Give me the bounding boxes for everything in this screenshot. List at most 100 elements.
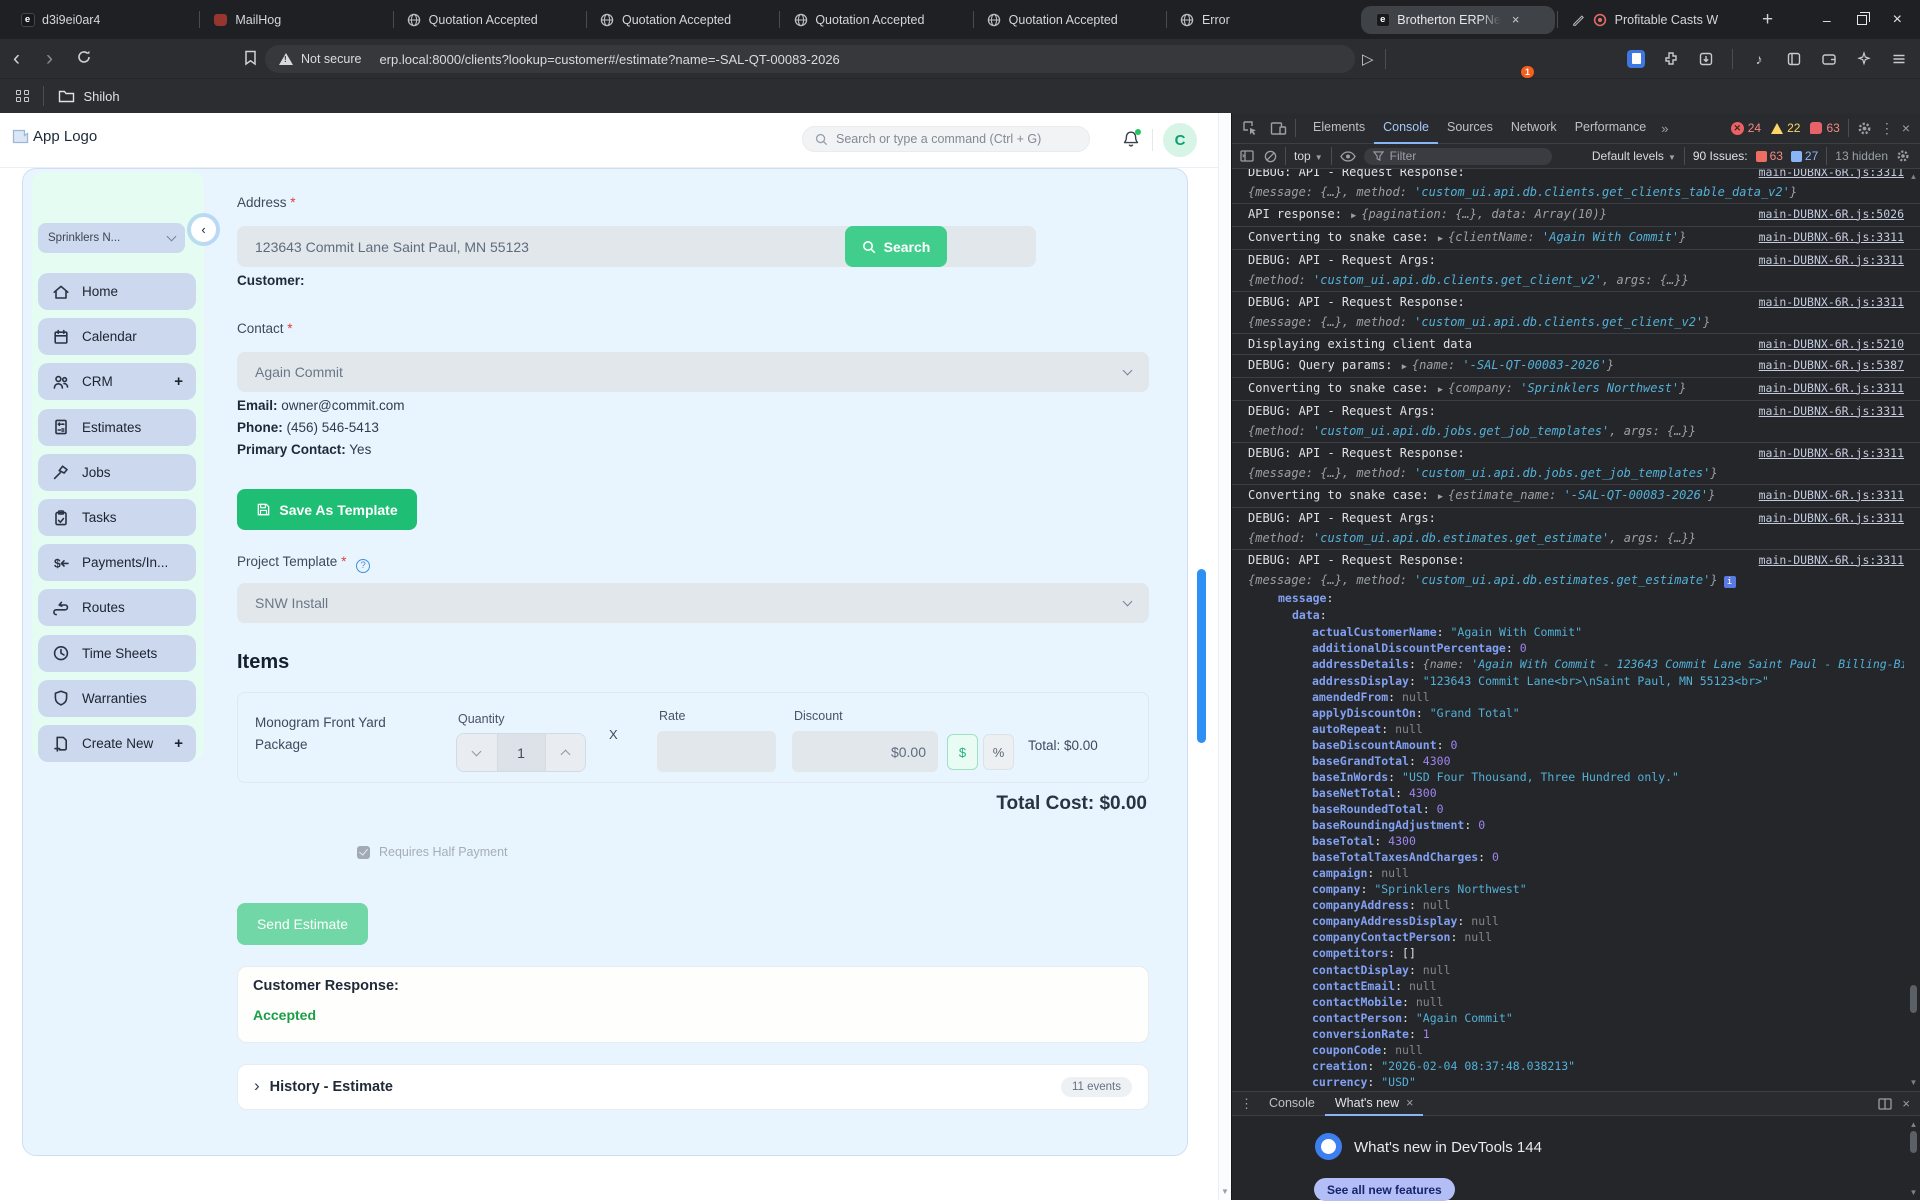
ai-sparkle-icon[interactable]: [1855, 50, 1873, 68]
expand-caret-icon[interactable]: ▶: [1349, 211, 1361, 221]
drawer-scrollbar-thumb[interactable]: [1910, 1131, 1917, 1153]
browser-tab[interactable]: Quotation Accepted: [972, 0, 1166, 39]
sidebar-item-crm[interactable]: CRM +: [38, 363, 196, 401]
source-link[interactable]: main-DUBNX-6R.js:3311: [1749, 404, 1904, 419]
source-link[interactable]: main-DUBNX-6R.js:5387: [1749, 358, 1904, 373]
forward-icon[interactable]: ›: [33, 48, 66, 69]
puzzle-extension-icon[interactable]: [1662, 50, 1680, 68]
wallet-icon[interactable]: [1820, 50, 1838, 68]
drawer-tab-what-s-new[interactable]: What's new ×: [1324, 1091, 1424, 1116]
quantity-decrease-button[interactable]: [457, 734, 497, 771]
half-payment-checkbox[interactable]: [357, 845, 370, 859]
clear-console-icon[interactable]: [1264, 150, 1277, 163]
company-select[interactable]: Sprinklers N...: [38, 223, 185, 253]
drawer-scrollbar[interactable]: ▲ ▼: [1907, 1116, 1920, 1200]
expand-plus-icon[interactable]: +: [174, 373, 183, 390]
close-button[interactable]: ×: [1893, 11, 1902, 29]
expand-caret-icon[interactable]: ▶: [1400, 362, 1412, 372]
apps-grid-icon[interactable]: [16, 89, 29, 103]
close-devtools-icon[interactable]: ×: [1902, 120, 1910, 136]
expand-caret-icon[interactable]: ▶: [1436, 492, 1448, 502]
source-link[interactable]: main-DUBNX-6R.js:3311: [1749, 230, 1904, 245]
source-link[interactable]: main-DUBNX-6R.js:3311: [1749, 553, 1904, 568]
browser-tab[interactable]: MailHog: [199, 0, 392, 39]
sidebar-item-estimates[interactable]: Estimates: [38, 408, 196, 446]
console-filter-input[interactable]: Filter: [1363, 147, 1552, 165]
console-sidebar-icon[interactable]: [1240, 150, 1254, 162]
console-settings-icon[interactable]: [1896, 149, 1910, 163]
browser-tab[interactable]: e Brotherton ERPNe ×: [1361, 5, 1555, 34]
log-levels-select[interactable]: Default levels ▼: [1592, 149, 1676, 163]
source-link[interactable]: main-DUBNX-6R.js:3311: [1749, 295, 1904, 310]
rate-input[interactable]: [657, 731, 776, 772]
scroll-up-icon[interactable]: ▲: [1910, 172, 1918, 181]
menu-icon[interactable]: [1890, 50, 1908, 68]
download-icon[interactable]: [1697, 50, 1715, 68]
source-link[interactable]: main-DUBNX-6R.js:3311: [1749, 488, 1904, 503]
source-link[interactable]: main-DUBNX-6R.js:5026: [1749, 207, 1904, 222]
source-link[interactable]: main-DUBNX-6R.js:3311: [1749, 381, 1904, 396]
split-panel-icon[interactable]: [1878, 1097, 1893, 1110]
send-estimate-button[interactable]: Send Estimate: [237, 903, 368, 945]
browser-tab[interactable]: Profitable Casts W: [1556, 0, 1750, 39]
devtools-tab-performance[interactable]: Performance: [1566, 113, 1656, 144]
address-search-button[interactable]: Search: [845, 226, 947, 267]
app-logo[interactable]: App Logo: [12, 128, 97, 145]
url-text[interactable]: erp.local:8000/clients?lookup=customer#/…: [379, 52, 839, 67]
scroll-down-icon[interactable]: ▼: [1221, 1187, 1229, 1196]
sidebar-item-routes[interactable]: Routes: [38, 589, 196, 627]
console-scrollbar-thumb[interactable]: [1910, 985, 1917, 1013]
browser-tab[interactable]: Quotation Accepted: [779, 0, 972, 39]
source-link[interactable]: main-DUBNX-6R.js:5210: [1749, 337, 1904, 352]
expand-plus-icon[interactable]: +: [174, 735, 183, 752]
contact-select[interactable]: Again Commit: [237, 352, 1149, 392]
user-avatar[interactable]: C: [1163, 123, 1197, 157]
drawer-tab-console[interactable]: Console: [1259, 1091, 1325, 1116]
devtools-tab-sources[interactable]: Sources: [1438, 113, 1502, 144]
discount-input[interactable]: $0.00: [792, 731, 938, 772]
issues-count-badge[interactable]: 63: [1810, 121, 1840, 135]
notifications-bell-icon[interactable]: [1122, 129, 1141, 154]
new-tab-button[interactable]: +: [1750, 9, 1785, 31]
issues-summary[interactable]: 90 Issues:: [1693, 149, 1748, 163]
browser-tab[interactable]: Error: [1165, 0, 1359, 39]
source-link[interactable]: main-DUBNX-6R.js:3311: [1749, 253, 1904, 268]
sidebar-item-jobs[interactable]: Jobs: [38, 453, 196, 491]
more-tabs-icon[interactable]: »: [1655, 121, 1674, 136]
scroll-down-icon[interactable]: ▼: [1910, 1188, 1918, 1197]
history-accordion[interactable]: › History - Estimate 11 events: [237, 1064, 1149, 1110]
more-options-icon[interactable]: ⋮: [1880, 120, 1894, 137]
scroll-down-icon[interactable]: ▼: [1910, 1078, 1918, 1087]
reading-mode-icon[interactable]: [1627, 49, 1645, 68]
inspect-element-icon[interactable]: [1242, 120, 1258, 136]
tab-close-icon[interactable]: ×: [1510, 12, 1522, 27]
see-all-features-button[interactable]: See all new features: [1314, 1178, 1455, 1201]
warning-count-badge[interactable]: 22: [1771, 121, 1800, 135]
restore-button[interactable]: [1856, 11, 1870, 25]
sidebar-item-payments-in[interactable]: $ Payments/In...: [38, 544, 196, 582]
drawer-menu-icon[interactable]: ⋮: [1240, 1096, 1253, 1112]
bookmark-icon[interactable]: [244, 50, 257, 71]
browser-tab[interactable]: Quotation Accepted: [585, 0, 779, 39]
quantity-value[interactable]: 1: [496, 734, 546, 771]
project-template-select[interactable]: SNW Install: [237, 583, 1149, 623]
sidebar-item-warranties[interactable]: Warranties: [38, 679, 196, 717]
source-link[interactable]: main-DUBNX-6R.js:3311: [1749, 446, 1904, 461]
quantity-increase-button[interactable]: [545, 734, 585, 771]
help-icon[interactable]: ?: [356, 558, 371, 573]
console-scrollbar[interactable]: ▲ ▼: [1907, 169, 1920, 1091]
expand-caret-icon[interactable]: ▶: [1436, 385, 1448, 395]
source-link[interactable]: main-DUBNX-6R.js:3311: [1749, 511, 1904, 526]
back-icon[interactable]: ‹: [0, 48, 33, 69]
media-icon[interactable]: ♪: [1750, 50, 1768, 68]
share-icon[interactable]: ▷: [1362, 50, 1374, 68]
browser-tab[interactable]: Quotation Accepted: [392, 0, 586, 39]
close-tab-icon[interactable]: ×: [1406, 1096, 1413, 1110]
info-icon[interactable]: i: [1723, 575, 1736, 588]
bookmark-folder[interactable]: Shiloh: [58, 89, 120, 104]
sidebar-item-home[interactable]: Home: [38, 273, 196, 310]
save-as-template-button[interactable]: Save As Template: [237, 489, 417, 530]
settings-gear-icon[interactable]: [1857, 121, 1872, 136]
source-link[interactable]: main-DUBNX-6R.js:3311: [1749, 169, 1904, 180]
devtools-tab-elements[interactable]: Elements: [1304, 113, 1374, 144]
